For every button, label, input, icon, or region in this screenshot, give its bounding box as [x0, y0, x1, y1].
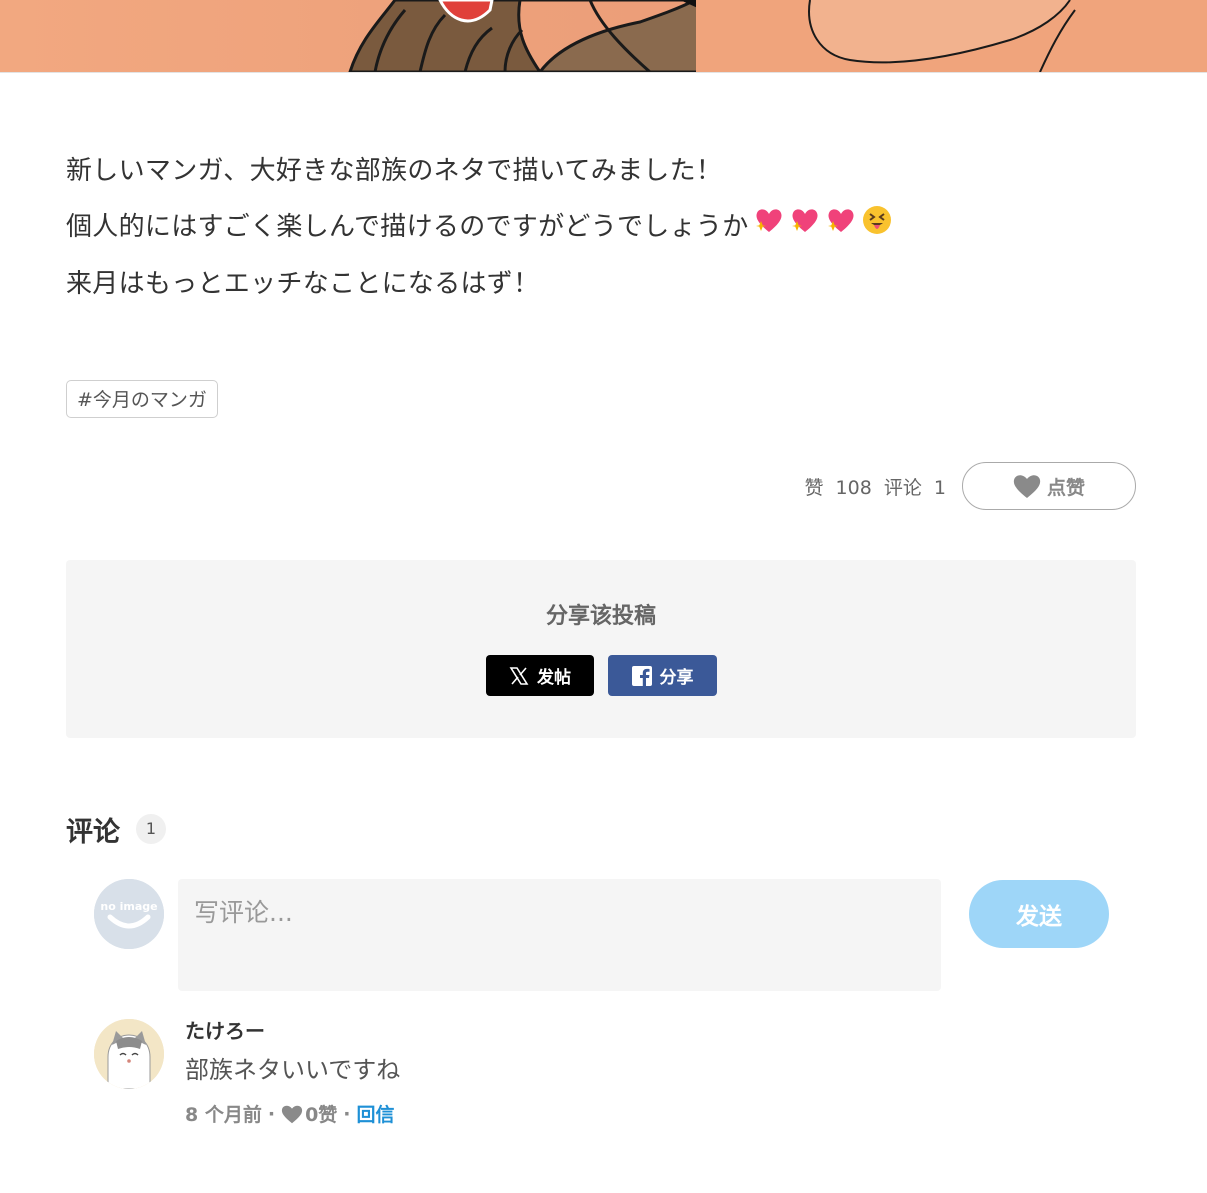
post-body: 新しいマンガ、大好きな部族のネタで描いてみました！ 個人的にはすごく楽しんで描け…: [66, 143, 1066, 312]
current-user-avatar: no image: [94, 879, 164, 949]
likes-label: 赞: [804, 477, 824, 499]
post-text-line-3: 来月はもっとエッチなことになるはず！: [66, 268, 540, 299]
manga-artwork: [348, 0, 1207, 72]
x-logo-icon: [509, 666, 529, 685]
cat-avatar-icon: [94, 1019, 164, 1089]
comment-author[interactable]: たけろー: [185, 1015, 265, 1044]
comments-label: 评论: [883, 477, 922, 499]
meta-separator: ·: [343, 1102, 351, 1125]
post-text-line-1: 新しいマンガ、大好きな部族のネタで描いてみました！: [66, 156, 723, 186]
meta-separator: ·: [267, 1102, 276, 1125]
share-x-label: 发帖: [537, 668, 571, 688]
share-x-button[interactable]: 发帖: [486, 655, 594, 696]
comment-like-count: 0赞: [305, 1104, 338, 1126]
comment-meta: 8 个月前 · 0赞 · 回信: [185, 1100, 395, 1127]
like-button[interactable]: 点赞: [962, 462, 1136, 510]
comments-count-badge: 1: [136, 814, 166, 844]
post-image-banner: [0, 0, 1207, 73]
share-panel: 分享该投稿 发帖 分享: [66, 560, 1136, 738]
post-text-line-2: 個人的にはすごく楽しんで描けるのですがどうでしょうか: [66, 199, 1066, 256]
comment-reply-link[interactable]: 回信: [357, 1100, 395, 1127]
share-facebook-button[interactable]: 分享: [608, 655, 717, 696]
comments-count-stat: 1: [933, 477, 946, 499]
comment-text: 部族ネタいいですね: [185, 1056, 401, 1084]
like-button-label: 点赞: [1046, 477, 1085, 499]
heart-icon: [1013, 475, 1041, 498]
comments-heading: 评论: [66, 817, 120, 848]
no-image-avatar-icon: no image: [94, 879, 164, 949]
share-title: 分享该投稿: [545, 604, 656, 629]
hashtag-link[interactable]: #今月のマンガ: [66, 380, 218, 418]
facebook-logo-icon: [631, 665, 652, 686]
comment-input[interactable]: [178, 879, 941, 991]
squinting-tongue-face-icon: [861, 200, 893, 256]
share-facebook-label: 分享: [659, 668, 694, 688]
commenter-avatar[interactable]: [94, 1019, 164, 1089]
send-comment-button[interactable]: 发送: [969, 880, 1109, 948]
comment-timestamp: 8 个月前: [185, 1104, 262, 1126]
sparkling-heart-icon: [825, 200, 857, 256]
post-text-line-2-text: 個人的にはすごく楽しんで描けるのですがどうでしょうか: [66, 212, 749, 242]
no-image-text: no image: [100, 900, 157, 913]
post-stats: 赞 108 评论 1: [798, 473, 946, 500]
sparkling-heart-icon: [789, 200, 821, 256]
sparkling-heart-icon: [753, 200, 785, 256]
comment-like-heart-icon[interactable]: [281, 1104, 303, 1124]
likes-count: 108: [835, 477, 872, 499]
